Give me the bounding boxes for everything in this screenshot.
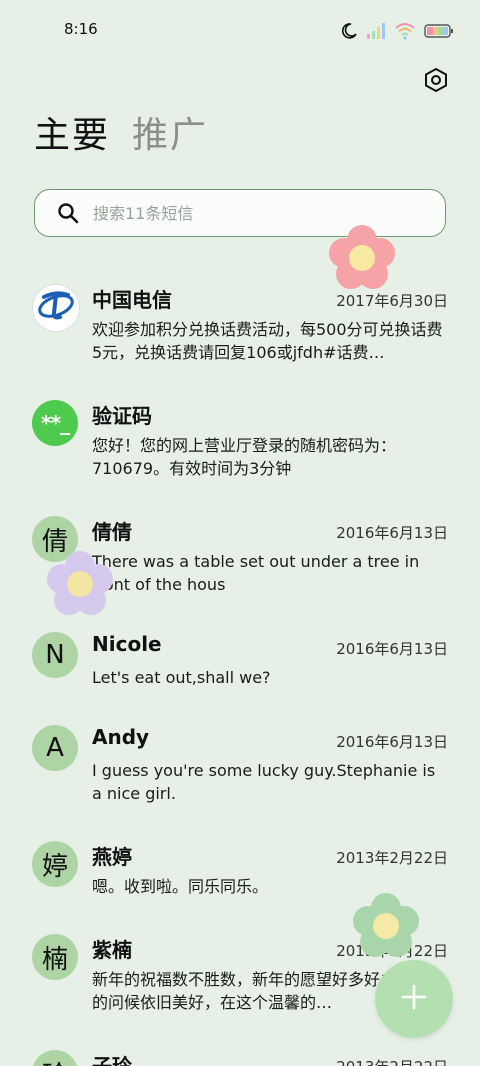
contact-name: 紫楠 [92, 938, 132, 962]
signal-icon [366, 22, 386, 44]
avatar: N [32, 632, 78, 678]
message-date: 2013年2月22日 [336, 849, 448, 867]
status-icons [340, 22, 454, 44]
battery-icon [424, 23, 454, 43]
avatar: 楠 [32, 934, 78, 980]
message-preview: Let's eat out,shall we? [92, 668, 271, 687]
search-bar[interactable] [34, 189, 446, 237]
message-preview: 欢迎参加积分兑换话费活动，每500分可兑换话费5元，兑换话费请回复106或jfd… [92, 320, 443, 362]
conversation-row[interactable]: 倩 倩倩 2016年6月13日 There was a table set ou… [0, 502, 480, 612]
message-preview: I guess you're some lucky guy.Stephanie … [92, 761, 436, 803]
avatar: **_ [32, 400, 78, 446]
message-preview: There was a table set out under a tree i… [92, 552, 420, 594]
message-date: 2017年6月30日 [336, 292, 448, 310]
contact-name: 验证码 [92, 404, 152, 428]
wifi-icon [394, 22, 416, 44]
conversation-row[interactable]: 中国电信 2017年6月30日 欢迎参加积分兑换话费活动，每500分可兑换话费5… [0, 270, 480, 380]
contact-name: 燕婷 [92, 845, 132, 869]
message-preview: 嗯。收到啦。同乐同乐。 [92, 877, 269, 896]
avatar: 倩 [32, 516, 78, 562]
status-bar: 8:16 [0, 0, 480, 62]
category-tabs: 主要 推广 [34, 118, 208, 154]
avatar: A [32, 725, 78, 771]
contact-name: 子玲 [92, 1054, 132, 1066]
tab-promotions[interactable]: 推广 [132, 118, 208, 154]
tab-primary[interactable]: 主要 [34, 118, 110, 154]
contact-name: 中国电信 [92, 288, 172, 312]
contact-name: Andy [92, 725, 150, 749]
avatar: 婷 [32, 841, 78, 887]
search-input[interactable] [91, 202, 415, 224]
message-preview: 您好！您的网上营业厅登录的随机密码为：710679。有效时间为3分钟 [92, 436, 397, 478]
plus-icon [400, 983, 428, 1015]
avatar [32, 284, 80, 332]
message-date: 2016年6月13日 [336, 524, 448, 542]
moon-icon [340, 22, 358, 44]
avatar: 玲 [32, 1050, 78, 1066]
settings-button[interactable] [422, 67, 450, 97]
hexagon-settings-icon [423, 67, 449, 97]
status-time: 8:16 [64, 20, 98, 38]
conversation-row[interactable]: **_ 验证码 您好！您的网上营业厅登录的随机密码为：710679。有效时间为3… [0, 386, 480, 496]
conversation-row[interactable]: 玲 子玲 2013年2月22日 [0, 1036, 480, 1066]
search-icon [57, 202, 79, 224]
message-date: 2016年6月13日 [336, 640, 448, 658]
message-date: 2013年2月22日 [336, 1056, 448, 1066]
contact-name: Nicole [92, 632, 162, 656]
telecom-logo-icon [34, 285, 78, 331]
contact-name: 倩倩 [92, 520, 132, 544]
message-date: 2013年2月22日 [336, 942, 448, 960]
compose-button[interactable] [375, 960, 453, 1038]
message-date: 2016年6月13日 [336, 733, 448, 751]
conversation-row[interactable]: A Andy 2016年6月13日 I guess you're some lu… [0, 711, 480, 821]
